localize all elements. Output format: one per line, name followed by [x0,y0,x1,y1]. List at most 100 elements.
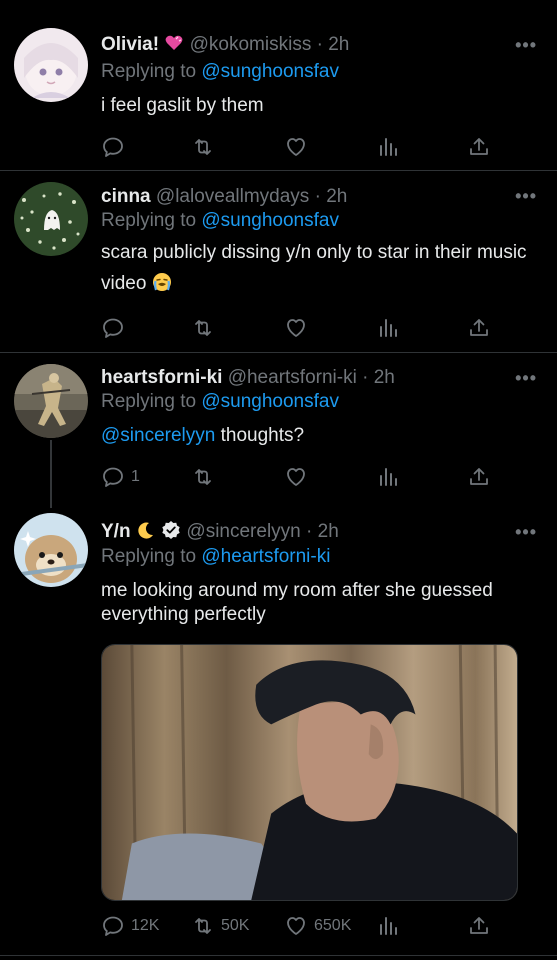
heart-icon [287,468,305,486]
heart-icon [287,917,305,935]
mention-link[interactable]: @sincerelyyn [101,425,215,446]
tweet-header: Y/n @sincerelyyn · 2h [101,519,517,545]
user-handle[interactable]: @heartsforni-ki [228,367,357,388]
separator: · [306,521,313,542]
tweet-heartsforni-ki[interactable]: heartsforni-ki @heartsforni-ki · 2h ••• … [0,353,557,503]
retweet-button[interactable] [191,462,221,492]
tweet-text: scara publicly dissing y/n only to star … [101,237,541,299]
reply-button[interactable]: 12K [101,911,159,941]
retweet-button[interactable] [191,132,221,162]
separator: · [316,34,323,55]
replying-to-label: Replying to [101,210,197,231]
tweet-actions [101,313,497,343]
replying-to-label: Replying to [101,391,197,412]
tweet-text: me looking around my room after she gues… [101,580,493,625]
share-button[interactable] [467,313,491,343]
user-handle[interactable]: @laloveallmydays [156,186,309,207]
analytics-button[interactable] [376,911,400,941]
reply-button[interactable] [101,313,131,343]
share-button[interactable] [467,911,491,941]
avatar[interactable] [14,182,88,256]
tweet-cinna[interactable]: cinna @laloveallmydays · 2h ••• Replying… [0,171,557,353]
tweet-media-image[interactable] [101,644,518,901]
share-icon [470,917,488,934]
separator: · [362,367,369,388]
timestamp[interactable]: 2h [326,186,347,207]
reply-icon [103,916,123,936]
verified-badge-icon [162,521,180,539]
reply-count: 12K [131,917,160,934]
like-count: 650K [314,917,352,934]
mention-link[interactable]: @sunghoonsfav [201,210,339,231]
retweet-button[interactable]: 50K [191,911,249,941]
analytics-button[interactable] [376,313,400,343]
analytics-button[interactable] [376,462,400,492]
retweet-button[interactable] [191,313,221,343]
mention-link[interactable]: @heartsforni-ki [201,546,330,567]
retweet-icon [195,139,211,155]
tweet-text-content: thoughts? [220,425,305,446]
reply-icon [103,137,123,157]
retweet-count: 50K [221,917,250,934]
more-options-icon[interactable]: ••• [515,36,537,54]
tweet-actions: 1 [101,462,497,492]
replying-to: Replying to @sunghoonsfav [101,59,339,85]
crescent-moon-emoji-icon [138,522,153,539]
user-handle[interactable]: @sincerelyyn [186,521,300,542]
replying-to: Replying to @sunghoonsfav [101,208,339,234]
tweet-text: i feel gaslit by them [101,95,264,116]
mention-link[interactable]: @sunghoonsfav [201,61,339,82]
tweet-header: heartsforni-ki @heartsforni-ki · 2h [101,365,517,391]
avatar[interactable] [14,364,88,438]
analytics-icon [380,468,397,486]
avatar[interactable] [14,28,88,102]
reply-button[interactable] [101,132,131,162]
tweet-header: cinna @laloveallmydays · 2h [101,184,517,210]
more-options-icon[interactable]: ••• [515,187,537,205]
like-button[interactable] [284,313,314,343]
loudly-crying-emoji-icon [152,273,171,291]
display-name[interactable]: heartsforni-ki [101,367,222,388]
display-name[interactable]: Olivia! [101,34,159,55]
heart-icon [287,138,305,156]
replying-to: Replying to @sunghoonsfav [101,389,339,415]
more-options-icon[interactable]: ••• [515,369,537,387]
more-options-icon[interactable]: ••• [515,523,537,541]
like-button[interactable] [284,462,314,492]
reply-count: 1 [131,468,140,485]
share-icon [470,319,488,336]
heart-emoji-icon [165,35,183,50]
avatar[interactable] [14,513,88,587]
retweet-icon [195,469,211,485]
like-button[interactable] [284,132,314,162]
tweet-header: Olivia! @kokomiskiss · 2h [101,32,517,58]
analytics-icon [380,138,397,156]
display-name[interactable]: Y/n [101,521,131,542]
tweet-text: @sincerelyyn thoughts? [101,420,541,451]
timestamp[interactable]: 2h [374,367,395,388]
tweet-olivia[interactable]: Olivia! @kokomiskiss · 2h ••• Replying t… [0,0,557,170]
like-button[interactable]: 650K [284,911,351,941]
tweet-actions [101,132,497,162]
display-name[interactable]: cinna [101,186,151,207]
replying-to-label: Replying to [101,546,197,567]
share-icon [470,468,488,485]
timestamp[interactable]: 2h [318,521,339,542]
retweet-icon [195,918,211,934]
analytics-icon [380,917,397,935]
mention-link[interactable]: @sunghoonsfav [201,391,339,412]
divider [0,955,557,956]
replying-to: Replying to @heartsforni-ki [101,544,330,570]
analytics-button[interactable] [376,132,400,162]
share-button[interactable] [467,132,491,162]
replying-to-label: Replying to [101,61,197,82]
reply-icon [103,318,123,338]
share-button[interactable] [467,462,491,492]
reply-button[interactable]: 1 [101,462,140,492]
share-icon [470,138,488,155]
heart-icon [287,319,305,337]
reply-icon [103,467,123,487]
timestamp[interactable]: 2h [328,34,349,55]
analytics-icon [380,319,397,337]
user-handle[interactable]: @kokomiskiss [190,34,312,55]
